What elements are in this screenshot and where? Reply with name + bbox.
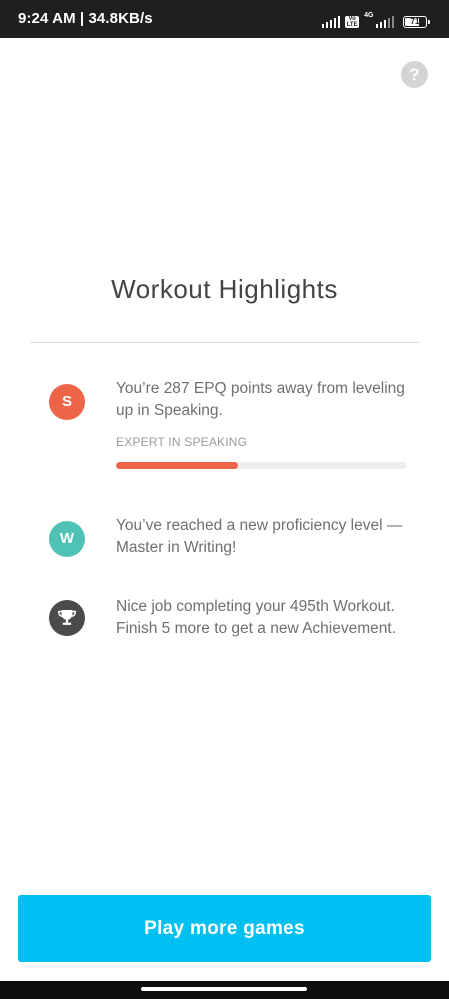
- battery-icon: 71: [403, 16, 430, 28]
- volte-icon: Vo LTE: [345, 16, 360, 28]
- signal-icon: [321, 15, 341, 28]
- play-more-games-button[interactable]: Play more games: [18, 895, 431, 962]
- trophy-icon: [49, 600, 85, 636]
- nav-bar: [0, 981, 449, 999]
- highlight-speaking-text: You’re 287 EPQ points away from leveling…: [116, 380, 405, 419]
- speaking-badge-icon: S: [49, 384, 85, 420]
- trophy-glyph: [57, 610, 77, 625]
- highlight-achievement-text: Nice job completing your 495th Workout. …: [116, 598, 397, 637]
- signal-2-icon: [375, 15, 394, 28]
- speaking-progress-fill: [116, 462, 239, 469]
- battery-tip: [428, 20, 430, 24]
- status-icons: Vo LTE 4G 71: [321, 12, 430, 28]
- status-bar: 9:24 AM | 34.8KB/s Vo LTE 4G 71: [0, 0, 449, 38]
- highlight-writing-text: You’ve reached a new proficiency level —…: [116, 517, 403, 556]
- speaking-progress-bar: [116, 462, 407, 469]
- battery-level: 71: [410, 17, 420, 26]
- skill-level-label: EXPERT IN SPEAKING: [116, 435, 248, 449]
- help-icon[interactable]: ?: [401, 61, 428, 88]
- page-title: Workout Highlights: [111, 274, 338, 304]
- network-type-label: 4G: [364, 12, 374, 19]
- home-indicator[interactable]: [141, 987, 307, 991]
- status-time: 9:24 AM | 34.8KB/s: [18, 10, 153, 27]
- divider: [30, 342, 420, 343]
- writing-badge-icon: W: [49, 521, 85, 557]
